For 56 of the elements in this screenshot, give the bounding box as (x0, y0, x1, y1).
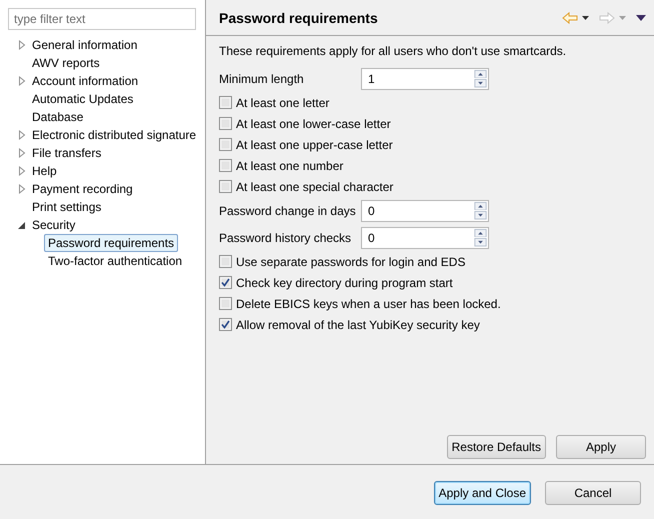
number-field[interactable]: 0 (361, 226, 489, 248)
field-label: Password change in days (219, 204, 357, 218)
tree-item[interactable]: Payment recording (28, 180, 137, 198)
number-field[interactable]: 1 (361, 68, 489, 90)
checkbox[interactable] (219, 117, 232, 130)
expand-icon[interactable] (16, 165, 28, 177)
tree-item[interactable]: AWV reports (28, 54, 104, 72)
checkbox[interactable] (219, 318, 232, 331)
checkbox-label: At least one letter (236, 96, 330, 110)
expand-icon[interactable] (16, 183, 28, 195)
forward-arrow-icon[interactable] (599, 10, 615, 24)
spin-down-icon[interactable] (474, 211, 487, 220)
view-menu-icon[interactable] (636, 14, 646, 20)
field-label: Minimum length (219, 72, 305, 86)
expand-icon[interactable] (16, 147, 28, 159)
checkbox-label: At least one lower-case letter (236, 116, 391, 130)
checkbox[interactable] (219, 276, 232, 289)
checkbox[interactable] (219, 297, 232, 310)
spin-down-icon[interactable] (474, 238, 487, 246)
page-title: Password requirements (219, 10, 379, 26)
checkbox-label: At least one upper-case letter (236, 138, 393, 152)
number-field[interactable]: 0 (361, 200, 489, 222)
tree-item[interactable]: Help (28, 162, 61, 180)
expand-icon[interactable] (16, 39, 28, 51)
expand-icon[interactable] (16, 75, 28, 87)
checkbox-label: Delete EBICS keys when a user has been locked. (236, 296, 501, 310)
filter-field[interactable]: type filter text (8, 8, 196, 30)
tree-item[interactable]: Electronic distributed signature (28, 126, 200, 144)
checkbox-label: Allow removal of the last YubiKey security key (236, 318, 480, 332)
checkbox[interactable] (219, 138, 232, 151)
checkbox[interactable] (219, 96, 232, 109)
apply-and-close-button[interactable]: Apply and Close (434, 481, 531, 505)
tree-item[interactable]: Automatic Updates (28, 90, 138, 108)
spin-down-icon[interactable] (474, 79, 487, 88)
checkbox-label: Check key directory during program start (236, 276, 453, 290)
checkbox-label: At least one special character (236, 180, 394, 194)
tree-item[interactable]: Password requirements (44, 234, 178, 252)
checkbox[interactable] (219, 180, 232, 193)
tree-item[interactable]: Security (28, 216, 80, 234)
tree-item[interactable]: File transfers (28, 144, 106, 162)
dropdown-caret-icon[interactable] (582, 16, 589, 20)
tree-item[interactable]: General information (28, 36, 142, 54)
field-label: Password history checks (219, 230, 352, 244)
apply-button[interactable]: Apply (556, 435, 646, 459)
tree-item[interactable]: Account information (28, 72, 142, 90)
checkbox-label: Use separate passwords for login and EDS (236, 254, 466, 268)
checkbox[interactable] (219, 255, 232, 268)
tree-item[interactable]: Two-factor authentication (44, 252, 186, 270)
description-text: These requirements apply for all users who don't use smartcards. (219, 43, 568, 60)
cancel-button[interactable]: Cancel (545, 481, 641, 505)
checkbox[interactable] (219, 159, 232, 172)
expand-icon[interactable] (16, 129, 28, 141)
checkbox-label: At least one number (236, 158, 344, 172)
restore-defaults-button[interactable]: Restore Defaults (446, 435, 546, 459)
tree-item[interactable]: Print settings (28, 198, 106, 216)
tree-item[interactable]: Database (28, 108, 88, 126)
